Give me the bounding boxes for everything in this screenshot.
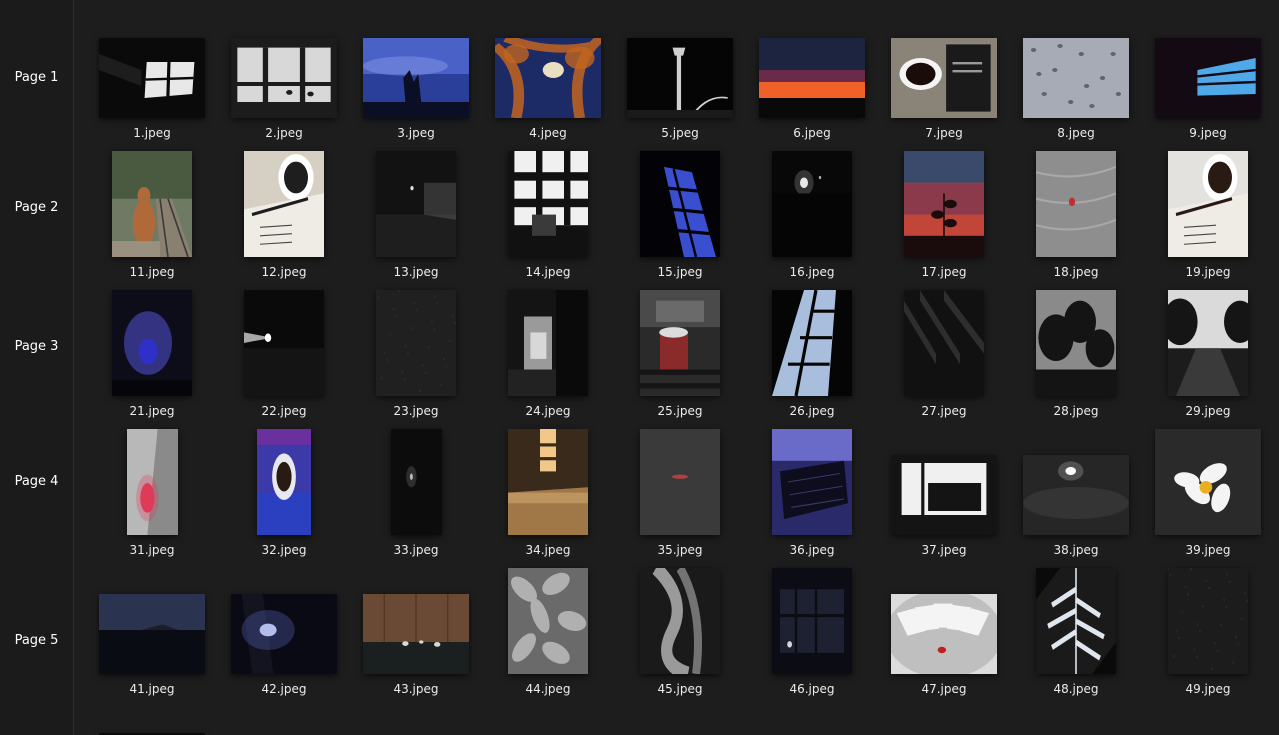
thumbnail-filename[interactable]: 42.jpeg bbox=[229, 682, 339, 696]
thumbnail-filename[interactable]: 6.jpeg bbox=[757, 126, 867, 140]
thumbnail-filename[interactable]: 2.jpeg bbox=[229, 126, 339, 140]
thumbnail-image[interactable] bbox=[640, 429, 720, 535]
thumbnail-image[interactable] bbox=[891, 594, 997, 674]
thumbnail-image[interactable] bbox=[231, 594, 337, 674]
thumbnail-image[interactable] bbox=[127, 429, 178, 535]
thumbnail-image[interactable] bbox=[772, 568, 852, 674]
thumbnail-filename[interactable]: 25.jpeg bbox=[625, 404, 735, 418]
thumbnail-filename[interactable]: 39.jpeg bbox=[1153, 543, 1263, 557]
thumbnail-image[interactable] bbox=[1168, 151, 1248, 257]
thumbnail-grid: 1.jpeg 2.jpeg 3.jpeg 4.jpeg 5.jpeg 6.jpeg 7.jp… bbox=[75, 0, 1279, 735]
thumbnail-image[interactable] bbox=[363, 38, 469, 118]
thumbnail-image[interactable] bbox=[1023, 455, 1129, 535]
thumbnail-filename[interactable]: 14.jpeg bbox=[493, 265, 603, 279]
thumbnail-image[interactable] bbox=[508, 568, 588, 674]
thumbnail-image[interactable] bbox=[1155, 38, 1261, 118]
thumbnail-filename[interactable]: 34.jpeg bbox=[493, 543, 603, 557]
thumbnail-image[interactable] bbox=[376, 290, 456, 396]
thumbnail-image[interactable] bbox=[772, 429, 852, 535]
thumbnail-filename[interactable]: 11.jpeg bbox=[97, 265, 207, 279]
thumbnail-image[interactable] bbox=[508, 429, 588, 535]
thumbnail-filename[interactable]: 35.jpeg bbox=[625, 543, 735, 557]
thumbnail-filename[interactable]: 17.jpeg bbox=[889, 265, 999, 279]
thumbnail-image[interactable] bbox=[244, 290, 324, 396]
thumbnail-image[interactable] bbox=[1023, 38, 1129, 118]
thumbnail-image[interactable] bbox=[904, 151, 984, 257]
thumbnail-image[interactable] bbox=[495, 38, 601, 118]
thumbnail-filename[interactable]: 27.jpeg bbox=[889, 404, 999, 418]
thumbnail-image[interactable] bbox=[99, 38, 205, 118]
thumbnail-filename[interactable]: 21.jpeg bbox=[97, 404, 207, 418]
thumbnail-image[interactable] bbox=[891, 455, 997, 535]
thumbnail-filename[interactable]: 22.jpeg bbox=[229, 404, 339, 418]
thumbnail-filename[interactable]: 9.jpeg bbox=[1153, 126, 1263, 140]
thumbnail-filename[interactable]: 26.jpeg bbox=[757, 404, 867, 418]
thumbnail-filename[interactable]: 5.jpeg bbox=[625, 126, 735, 140]
thumbnail-filename[interactable]: 32.jpeg bbox=[229, 543, 339, 557]
thumbnail-image[interactable] bbox=[363, 594, 469, 674]
sidebar-page-4[interactable]: Page 4 bbox=[0, 474, 73, 489]
thumbnail-filename[interactable]: 29.jpeg bbox=[1153, 404, 1263, 418]
thumbnail-image[interactable] bbox=[257, 429, 311, 535]
sidebar-page-5[interactable]: Page 5 bbox=[0, 633, 73, 648]
thumbnail-filename[interactable]: 38.jpeg bbox=[1021, 543, 1131, 557]
page-sidebar: Page 1 Page 2 Page 3 Page 4 Page 5 bbox=[0, 0, 74, 735]
thumbnail-filename[interactable]: 28.jpeg bbox=[1021, 404, 1131, 418]
thumbnail-image[interactable] bbox=[231, 38, 337, 118]
thumbnail-filename[interactable]: 31.jpeg bbox=[97, 543, 207, 557]
thumbnail-filename[interactable]: 49.jpeg bbox=[1153, 682, 1263, 696]
thumbnail-image[interactable] bbox=[891, 38, 997, 118]
thumbnail-image[interactable] bbox=[627, 38, 733, 118]
thumbnail-filename[interactable]: 47.jpeg bbox=[889, 682, 999, 696]
thumbnail-filename[interactable]: 15.jpeg bbox=[625, 265, 735, 279]
thumbnail-image[interactable] bbox=[391, 429, 442, 535]
thumbnail-image[interactable] bbox=[759, 38, 865, 118]
thumbnail-image[interactable] bbox=[640, 290, 720, 396]
thumbnail-filename[interactable]: 24.jpeg bbox=[493, 404, 603, 418]
thumbnail-filename[interactable]: 43.jpeg bbox=[361, 682, 471, 696]
thumbnail-filename[interactable]: 37.jpeg bbox=[889, 543, 999, 557]
thumbnail-filename[interactable]: 8.jpeg bbox=[1021, 126, 1131, 140]
thumbnail-image[interactable] bbox=[640, 568, 720, 674]
thumbnail-filename[interactable]: 16.jpeg bbox=[757, 265, 867, 279]
sidebar-page-3[interactable]: Page 3 bbox=[0, 339, 73, 354]
thumbnail-filename[interactable]: 48.jpeg bbox=[1021, 682, 1131, 696]
thumbnail-image[interactable] bbox=[508, 290, 588, 396]
thumbnail-filename[interactable]: 18.jpeg bbox=[1021, 265, 1131, 279]
thumbnail-filename[interactable]: 13.jpeg bbox=[361, 265, 471, 279]
thumbnail-image[interactable] bbox=[99, 594, 205, 674]
thumbnail-filename[interactable]: 4.jpeg bbox=[493, 126, 603, 140]
thumbnail-filename[interactable]: 1.jpeg bbox=[97, 126, 207, 140]
thumbnail-image[interactable] bbox=[508, 151, 588, 257]
thumbnail-filename[interactable]: 19.jpeg bbox=[1153, 265, 1263, 279]
sidebar-page-1[interactable]: Page 1 bbox=[0, 70, 73, 85]
thumbnail-filename[interactable]: 44.jpeg bbox=[493, 682, 603, 696]
thumbnail-filename[interactable]: 46.jpeg bbox=[757, 682, 867, 696]
thumbnail-image[interactable] bbox=[1036, 290, 1116, 396]
thumbnail-filename[interactable]: 12.jpeg bbox=[229, 265, 339, 279]
thumbnail-image[interactable] bbox=[112, 151, 192, 257]
thumbnail-image[interactable] bbox=[1168, 568, 1248, 674]
thumbnail-filename[interactable]: 41.jpeg bbox=[97, 682, 207, 696]
thumbnail-image[interactable] bbox=[244, 151, 324, 257]
thumbnail-filename[interactable]: 7.jpeg bbox=[889, 126, 999, 140]
thumbnail-image[interactable] bbox=[1036, 151, 1116, 257]
thumbnail-image[interactable] bbox=[772, 290, 852, 396]
thumbnail-image[interactable] bbox=[640, 151, 720, 257]
thumbnail-image[interactable] bbox=[1168, 290, 1248, 396]
thumbnail-filename[interactable]: 33.jpeg bbox=[361, 543, 471, 557]
thumbnail-image[interactable] bbox=[376, 151, 456, 257]
thumbnail-filename[interactable]: 36.jpeg bbox=[757, 543, 867, 557]
sidebar-page-2[interactable]: Page 2 bbox=[0, 200, 73, 215]
thumbnail-image[interactable] bbox=[772, 151, 852, 257]
thumbnail-filename[interactable]: 23.jpeg bbox=[361, 404, 471, 418]
thumbnail-image[interactable] bbox=[1036, 568, 1116, 674]
thumbnail-filename[interactable]: 45.jpeg bbox=[625, 682, 735, 696]
thumbnail-filename[interactable]: 3.jpeg bbox=[361, 126, 471, 140]
thumbnail-image[interactable] bbox=[112, 290, 192, 396]
thumbnail-image[interactable] bbox=[1155, 429, 1261, 535]
thumbnail-image[interactable] bbox=[904, 290, 984, 396]
